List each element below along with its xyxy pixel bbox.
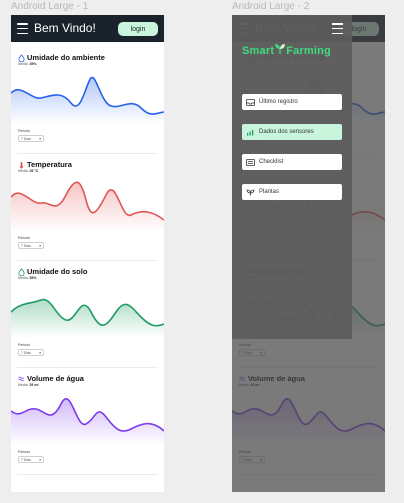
period-label: Periodo <box>18 450 31 454</box>
plant-icon <box>246 189 255 195</box>
period-value: 7 Dias <box>21 350 31 355</box>
card-title: Umidade do ambiente <box>18 53 105 62</box>
average-value: Média: 35% <box>18 276 37 280</box>
period-select[interactable]: 7 Dias ▾ <box>18 135 44 142</box>
period-value: 7 Dias <box>21 136 31 141</box>
sensor-chart <box>11 181 164 231</box>
water-drop-icon <box>18 53 25 62</box>
phone-frame-2: Bem Vindo! login Umidade do ambienteMédi… <box>232 15 385 492</box>
average-number: 29 ml <box>29 383 39 387</box>
menu-icon[interactable] <box>17 23 28 34</box>
frame-label-1: Android Large - 1 <box>11 1 89 12</box>
card-title-text: Temperatura <box>27 160 72 169</box>
chart-area <box>11 299 164 338</box>
inbox-icon <box>246 98 255 106</box>
period-label: Periodo <box>18 343 31 347</box>
average-value: Média: 25 °C <box>18 169 38 173</box>
card-title: Temperatura <box>18 160 72 169</box>
card-title: Umidade do solo <box>18 267 87 276</box>
average-value: Média: 25% <box>18 62 37 66</box>
drawer-item-label: Plantas <box>259 189 280 195</box>
chevron-down-icon: ▾ <box>39 243 41 248</box>
drawer-item-label: Último registro <box>259 99 298 105</box>
sensor-card: Umidade do ambienteMédia: 25% Periodo 7 Di… <box>11 50 164 154</box>
sensor-card: Volume de águaMédia: 29 ml Periodo 7 Dias ▾ <box>11 371 164 475</box>
drawer-item-3[interactable]: Checklist <box>242 154 342 170</box>
list-icon <box>246 158 255 166</box>
bar-chart-icon <box>247 129 254 135</box>
nav-drawer: Smart Farming Último registro Dados dos se… <box>232 15 352 339</box>
app-bar: Bem Vindo! login <box>11 15 164 42</box>
drawer-item-4[interactable]: Plantas <box>242 184 342 200</box>
card-title-text: Volume de água <box>27 374 84 383</box>
average-number: 25% <box>29 62 37 66</box>
average-value: Média: 29 ml <box>18 383 38 387</box>
average-label: Média: <box>18 383 30 387</box>
water-waves-icon <box>18 376 24 381</box>
phone-frame-1: Bem Vindo! login Umidade do ambiente Médi… <box>11 15 164 492</box>
login-button[interactable]: login <box>118 22 158 36</box>
chart-area <box>11 398 164 445</box>
average-number: 25 °C <box>29 169 39 173</box>
sprout-icon <box>275 44 286 54</box>
chevron-down-icon: ▾ <box>39 457 41 462</box>
sensor-chart <box>11 76 164 124</box>
period-label: Periodo <box>18 129 31 133</box>
period-select[interactable]: 7 Dias ▾ <box>18 349 44 356</box>
average-label: Média: <box>18 62 30 66</box>
soil-drop-icon <box>18 267 25 276</box>
card-title-text: Umidade do solo <box>27 267 88 276</box>
frame-label-2: Android Large - 2 <box>232 1 310 12</box>
sensor-chart <box>11 298 164 338</box>
logo-text-smart: Smart <box>242 45 275 57</box>
card-title-text: Umidade do ambiente <box>27 53 105 62</box>
app-title: Bem Vindo! <box>34 21 96 35</box>
app-logo: Smart Farming <box>242 43 331 57</box>
period-select[interactable]: 7 Dias ▾ <box>18 456 44 463</box>
period-label: Periodo <box>18 236 31 240</box>
drawer-item-1[interactable]: Último registro <box>242 94 342 110</box>
sensor-card: TemperaturaMédia: 25 °C Periodo 7 Dias ▾ <box>11 157 164 261</box>
average-number: 35% <box>29 276 37 280</box>
chevron-down-icon: ▾ <box>39 136 41 141</box>
close-menu-icon[interactable] <box>332 23 343 34</box>
average-label: Média: <box>18 276 30 280</box>
card-title: Volume de água <box>18 374 84 383</box>
drawer-item-2[interactable]: Dados dos sensores <box>242 124 342 140</box>
drawer-item-label: Checklist <box>259 159 284 165</box>
period-select[interactable]: 7 Dias ▾ <box>18 242 44 249</box>
period-value: 7 Dias <box>21 457 31 462</box>
chevron-down-icon: ▾ <box>39 350 41 355</box>
sensor-chart <box>11 398 164 445</box>
thermometer-icon <box>20 161 23 168</box>
period-value: 7 Dias <box>21 243 31 248</box>
average-label: Média: <box>18 169 30 173</box>
logo-text-farming: Farming <box>286 45 331 57</box>
drawer-item-label: Dados dos sensores <box>259 129 314 135</box>
sensor-card: Umidade do soloMédia: 35% Periodo 7 Dias ▾ <box>11 264 164 368</box>
